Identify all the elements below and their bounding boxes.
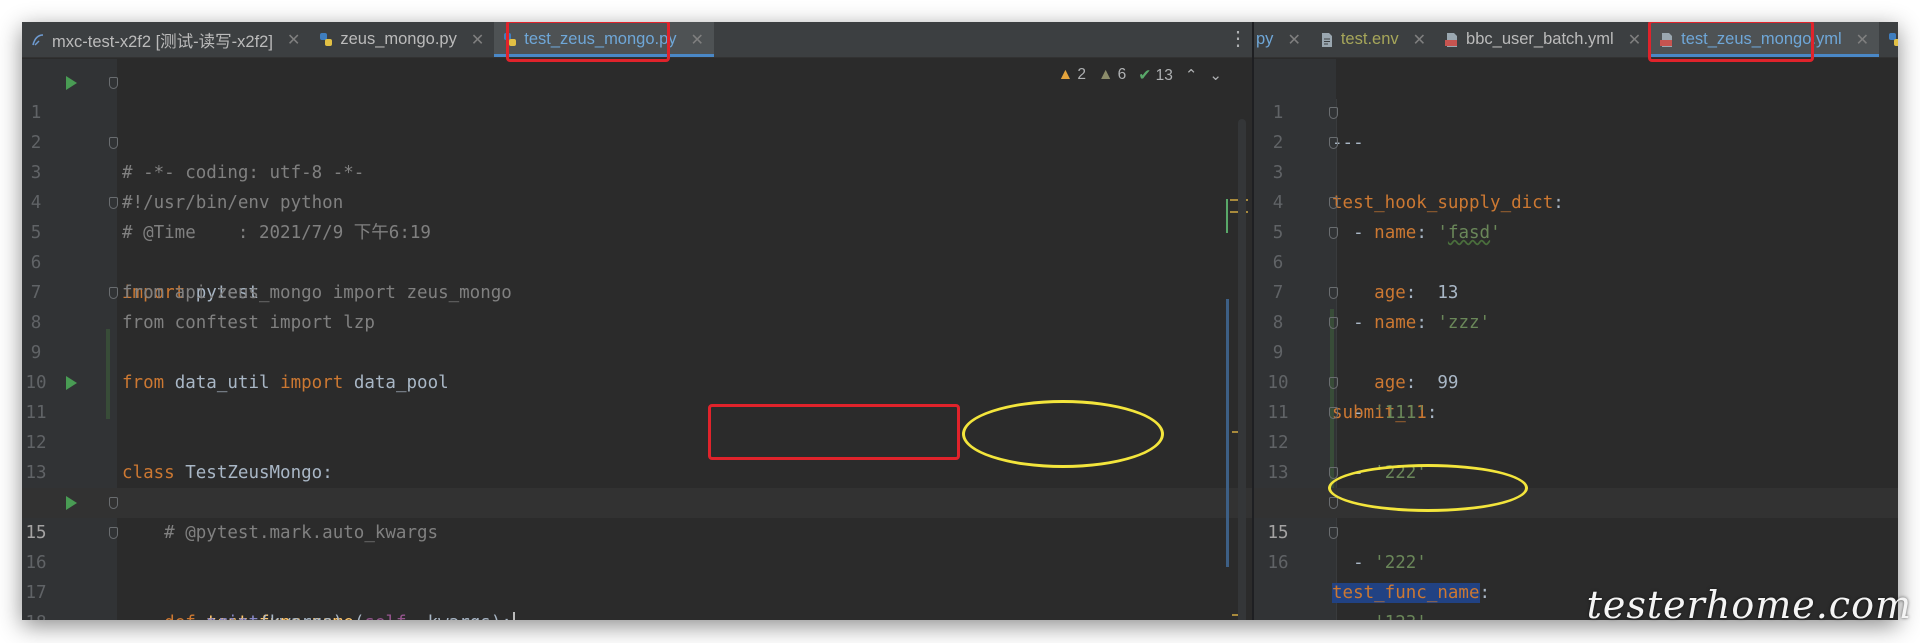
- code-line: 17: [25, 583, 47, 603]
- code-line-current: 15 def test_func_name(self, kwargs):: [22, 488, 1252, 620]
- code-line: 7 name: 'zzz': [1254, 248, 1898, 333]
- code-line: 8 age: 99: [1254, 278, 1898, 393]
- python-editor[interactable]: ▲ 2 ▲ 6 ✔ 13 ⌃ ⌄ 1 #!/usr/bin/env python…: [22, 59, 1252, 620]
- code-line: 3 # @Time : 2021/7/9 下午6:19: [22, 128, 1252, 243]
- code-line: 4: [30, 193, 42, 213]
- tab-database-console[interactable]: mxc-test-x2f2 [测试-读写-x2f2] ✕: [22, 22, 310, 57]
- ide-window: mxc-test-x2f2 [测试-读写-x2f2] ✕ zeus_mongo.…: [22, 22, 1898, 620]
- code-line: 1 ---: [1272, 103, 1364, 153]
- fold-icon[interactable]: [109, 197, 118, 209]
- code-line: 10: [25, 373, 47, 393]
- code-line: 9 submit_11:: [1254, 308, 1898, 423]
- code-line: 10 - '111': [1254, 338, 1898, 423]
- code-line: 16 - '123': [1254, 518, 1898, 620]
- code-line: 6 -: [1254, 218, 1898, 333]
- code-line: 11 - '222': [1254, 368, 1898, 483]
- fold-icon[interactable]: [1329, 377, 1338, 389]
- code-line: 8 from data_util import data_pool: [22, 278, 1252, 393]
- fold-icon[interactable]: [109, 527, 118, 539]
- fold-icon[interactable]: [1329, 197, 1338, 209]
- code-line: 9: [30, 343, 42, 363]
- fold-icon[interactable]: [1329, 287, 1338, 299]
- fold-icon[interactable]: [1329, 227, 1338, 239]
- text-file-icon: [1319, 32, 1335, 48]
- close-icon[interactable]: ✕: [1287, 30, 1300, 50]
- tab-label: test.env: [1340, 30, 1399, 48]
- yaml-file-icon: [1444, 32, 1460, 48]
- database-icon: [30, 32, 46, 48]
- tab-partial-py[interactable]: py ✕: [1254, 22, 1311, 57]
- close-icon[interactable]: ✕: [471, 30, 484, 50]
- code-line: 11 class TestZeusMongo:: [22, 368, 1252, 483]
- tab-zeus-mongo-py[interactable]: zeus_mongo.py ✕: [310, 22, 494, 57]
- fold-icon[interactable]: [1329, 527, 1338, 539]
- code-line: 6 from api.zeus_mongo import zeus_mongo: [30, 253, 512, 303]
- close-icon[interactable]: ✕: [691, 30, 704, 50]
- code-line: 5 import pytest: [22, 188, 1252, 303]
- yaml-key: test_func_name:: [1332, 583, 1491, 603]
- code-line: 5 age: 13: [1254, 188, 1898, 303]
- vertical-scrollbar[interactable]: [1238, 119, 1246, 620]
- tab-partial-next[interactable]: [1879, 22, 1898, 57]
- scroll-marker: [1226, 299, 1229, 567]
- run-icon[interactable]: [66, 496, 77, 510]
- tab-label: mxc-test-x2f2 [测试-读写-x2f2]: [52, 32, 273, 51]
- run-icon[interactable]: [66, 376, 77, 390]
- code-line: 3 -: [1254, 128, 1898, 243]
- python-file-icon: [1887, 32, 1898, 48]
- code-line: 16 print(kwargs): [22, 518, 1252, 620]
- annotation-ellipse-func-name-arg: [962, 400, 1164, 468]
- code-line: 12 submit_33:: [1254, 398, 1898, 513]
- annotation-box-yml-filename: [708, 404, 960, 460]
- python-file-icon: [318, 32, 334, 48]
- code-line: 19: [22, 608, 1252, 620]
- code-line: 18: [22, 578, 1252, 620]
- yaml-item: - '222': [1332, 553, 1427, 573]
- annotation-box-yml-tab: [1648, 22, 1814, 62]
- annotation-ellipse-yaml-key: [1328, 464, 1528, 512]
- more-vertical-icon[interactable]: ⋮: [1228, 29, 1248, 50]
- yaml-item: - '123': [1332, 608, 1427, 620]
- tab-test-env[interactable]: test.env ✕: [1311, 22, 1436, 57]
- yaml-editor[interactable]: 1 --- 2 test_hook_supply_dict: 3 - 4 nam…: [1254, 59, 1898, 620]
- fold-icon[interactable]: [109, 497, 118, 509]
- tab-label: bbc_user_batch.yml: [1466, 30, 1614, 48]
- fold-icon[interactable]: [1329, 407, 1338, 419]
- tab-bbc-user-batch-yml[interactable]: bbc_user_batch.yml ✕: [1436, 22, 1651, 57]
- code-line: 2 test_hook_supply_dict:: [1254, 98, 1898, 213]
- scroll-marker: [1226, 199, 1228, 233]
- code-line: 7 from conftest import lzp: [30, 283, 375, 333]
- close-icon[interactable]: ✕: [1856, 30, 1869, 50]
- fold-icon[interactable]: [1329, 137, 1338, 149]
- close-icon[interactable]: ✕: [1628, 30, 1641, 50]
- fold-icon[interactable]: [109, 77, 118, 89]
- fold-icon[interactable]: [1329, 497, 1338, 509]
- annotation-box-py-tab: [506, 22, 670, 62]
- run-icon[interactable]: [66, 76, 77, 90]
- fold-icon[interactable]: [1329, 317, 1338, 329]
- fold-icon[interactable]: [1329, 107, 1338, 119]
- fold-icon[interactable]: [109, 287, 118, 299]
- code-line: 13 - '111': [1254, 428, 1898, 513]
- code-line: 1 #!/usr/bin/env python: [22, 68, 1252, 213]
- tab-label: py: [1256, 30, 1274, 48]
- tab-label: zeus_mongo.py: [340, 30, 457, 48]
- watermark: testerhome.com: [1586, 583, 1912, 627]
- code-line: 4 name: 'fasd': [1254, 158, 1898, 243]
- fold-icon[interactable]: [109, 137, 118, 149]
- code-line: 2 # -*- coding: utf-8 -*-: [30, 133, 365, 183]
- close-icon[interactable]: ✕: [287, 30, 300, 50]
- close-icon[interactable]: ✕: [1413, 30, 1426, 50]
